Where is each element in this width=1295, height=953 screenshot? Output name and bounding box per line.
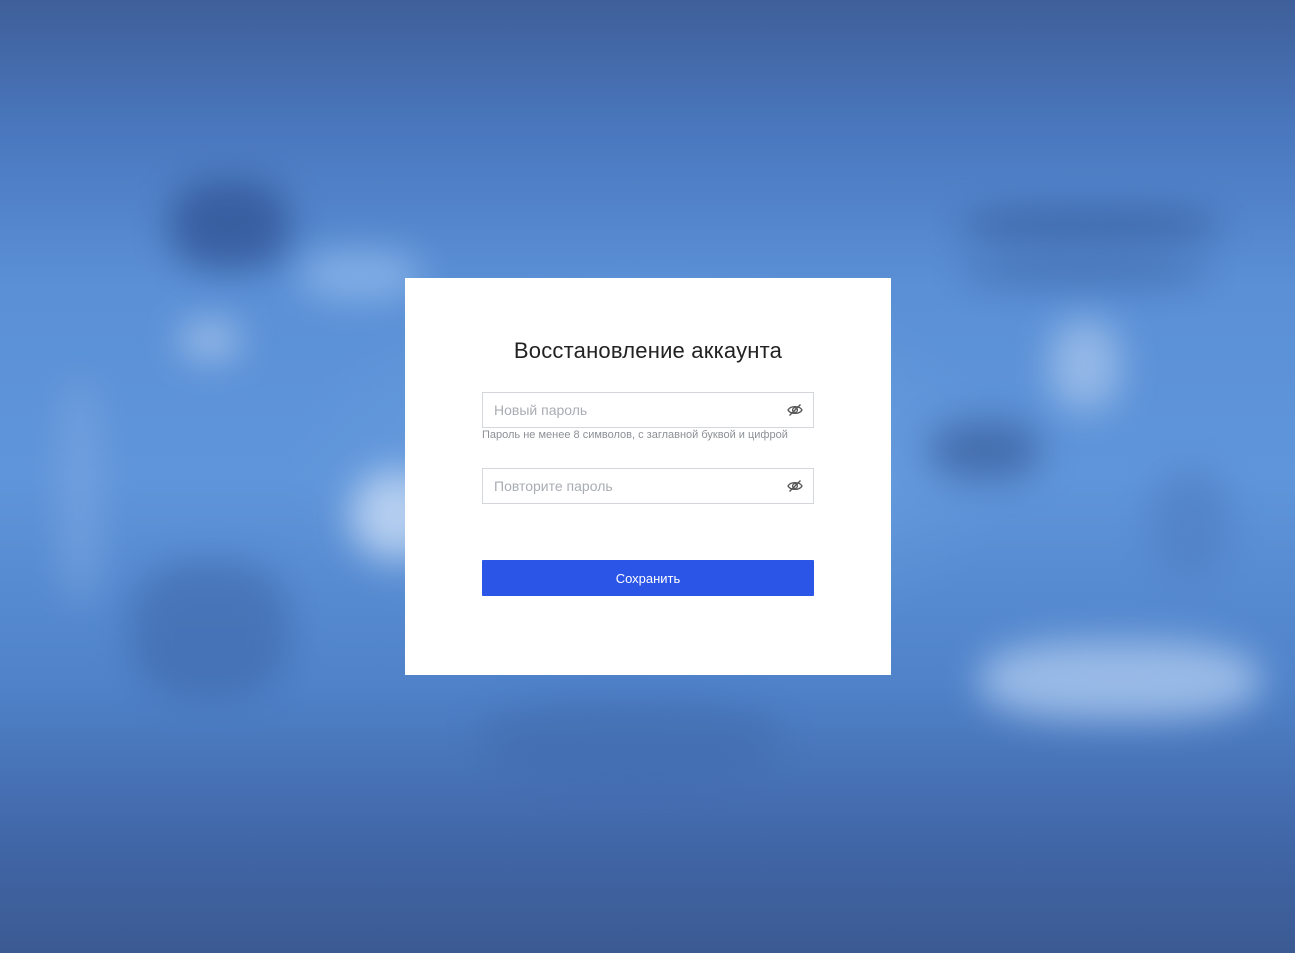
eye-slash-icon[interactable]: [787, 403, 803, 417]
account-recovery-dialog: Восстановление аккаунта Пароль не менее …: [405, 278, 891, 675]
repeat-password-input[interactable]: [483, 469, 773, 503]
eye-slash-icon[interactable]: [787, 479, 803, 493]
password-hint: Пароль не менее 8 символов, с заглавной …: [482, 429, 788, 441]
new-password-field[interactable]: [482, 392, 814, 428]
dialog-title: Восстановление аккаунта: [513, 338, 783, 363]
new-password-input[interactable]: [483, 393, 773, 427]
save-button[interactable]: Сохранить: [482, 560, 814, 596]
repeat-password-field[interactable]: [482, 468, 814, 504]
